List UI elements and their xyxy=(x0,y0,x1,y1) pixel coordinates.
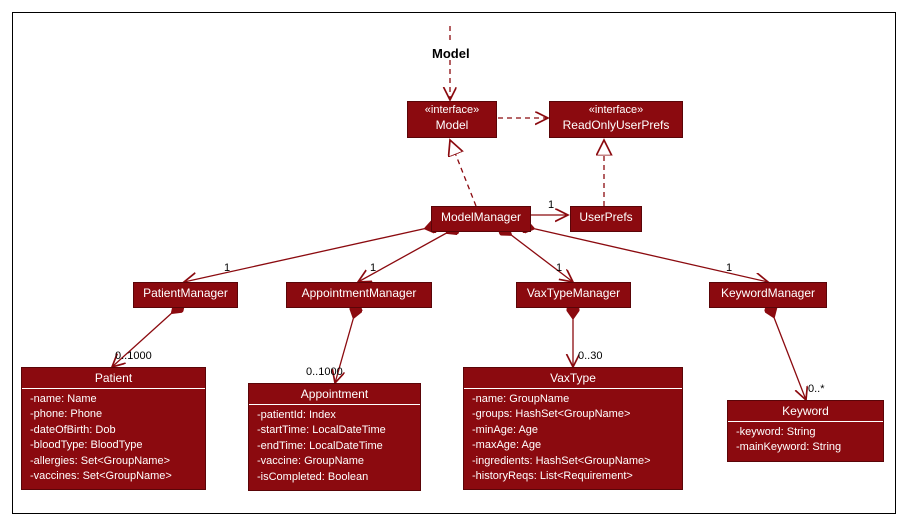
attr: -maxAge: Age xyxy=(472,438,674,453)
class-patientmanager: PatientManager xyxy=(133,282,238,308)
class-keywordmanager: KeywordManager xyxy=(709,282,827,308)
attributes: -name: Name -phone: Phone -dateOfBirth: … xyxy=(22,389,205,489)
class-name: UserPrefs xyxy=(571,209,641,229)
cardinality: 0..1000 xyxy=(115,350,152,362)
attr: -phone: Phone xyxy=(30,407,197,422)
class-modelmanager: ModelManager xyxy=(431,206,531,232)
attr: -allergies: Set<GroupName> xyxy=(30,454,197,469)
class-name: Model xyxy=(408,117,496,137)
cardinality: 1 xyxy=(726,262,732,274)
class-name: Patient xyxy=(22,368,205,389)
class-appointmentmanager: AppointmentManager xyxy=(286,282,432,308)
interface-model: «interface» Model xyxy=(407,101,497,138)
cardinality: 1 xyxy=(224,262,230,274)
attr: -startTime: LocalDateTime xyxy=(257,423,412,438)
attributes: -patientId: Index -startTime: LocalDateT… xyxy=(249,405,420,490)
class-name: VaxType xyxy=(464,368,682,389)
stereotype: «interface» xyxy=(408,102,496,117)
class-patient: Patient -name: Name -phone: Phone -dateO… xyxy=(21,367,206,490)
class-name: KeywordManager xyxy=(710,285,826,305)
cardinality: 0..30 xyxy=(578,350,602,362)
class-name: Keyword xyxy=(728,401,883,422)
class-appointment: Appointment -patientId: Index -startTime… xyxy=(248,383,421,491)
attr: -patientId: Index xyxy=(257,408,412,423)
class-name: ReadOnlyUserPrefs xyxy=(550,117,682,137)
attr: -name: GroupName xyxy=(472,392,674,407)
attr: -historyReqs: List<Requirement> xyxy=(472,469,674,484)
class-name: AppointmentManager xyxy=(287,285,431,305)
attributes: -keyword: String -mainKeyword: String xyxy=(728,422,883,461)
attr: -dateOfBirth: Dob xyxy=(30,423,197,438)
class-name: Appointment xyxy=(249,384,420,405)
attr: -name: Name xyxy=(30,392,197,407)
attr: -bloodType: BloodType xyxy=(30,438,197,453)
attributes: -name: GroupName -groups: HashSet<GroupN… xyxy=(464,389,682,489)
class-userprefs: UserPrefs xyxy=(570,206,642,232)
class-vaxtype: VaxType -name: GroupName -groups: HashSe… xyxy=(463,367,683,490)
attr: -groups: HashSet<GroupName> xyxy=(472,407,674,422)
attr: -endTime: LocalDateTime xyxy=(257,439,412,454)
attr: -ingredients: HashSet<GroupName> xyxy=(472,454,674,469)
cardinality: 0..* xyxy=(808,383,825,395)
cardinality: 1 xyxy=(370,262,376,274)
attr: -vaccine: GroupName xyxy=(257,454,412,469)
attr: -vaccines: Set<GroupName> xyxy=(30,469,197,484)
attr: -keyword: String xyxy=(736,425,875,440)
diagram-title: Model xyxy=(432,46,470,61)
cardinality: 0..1000 xyxy=(306,366,343,378)
class-vaxtypemanager: VaxTypeManager xyxy=(516,282,631,308)
stereotype: «interface» xyxy=(550,102,682,117)
class-name: ModelManager xyxy=(432,209,530,229)
class-keyword: Keyword -keyword: String -mainKeyword: S… xyxy=(727,400,884,462)
attr: -mainKeyword: String xyxy=(736,440,875,455)
class-name: PatientManager xyxy=(134,285,237,305)
attr: -minAge: Age xyxy=(472,423,674,438)
interface-readonlyuserprefs: «interface» ReadOnlyUserPrefs xyxy=(549,101,683,138)
attr: -isCompleted: Boolean xyxy=(257,470,412,485)
cardinality: 1 xyxy=(548,199,554,211)
cardinality: 1 xyxy=(556,262,562,274)
class-name: VaxTypeManager xyxy=(517,285,630,305)
